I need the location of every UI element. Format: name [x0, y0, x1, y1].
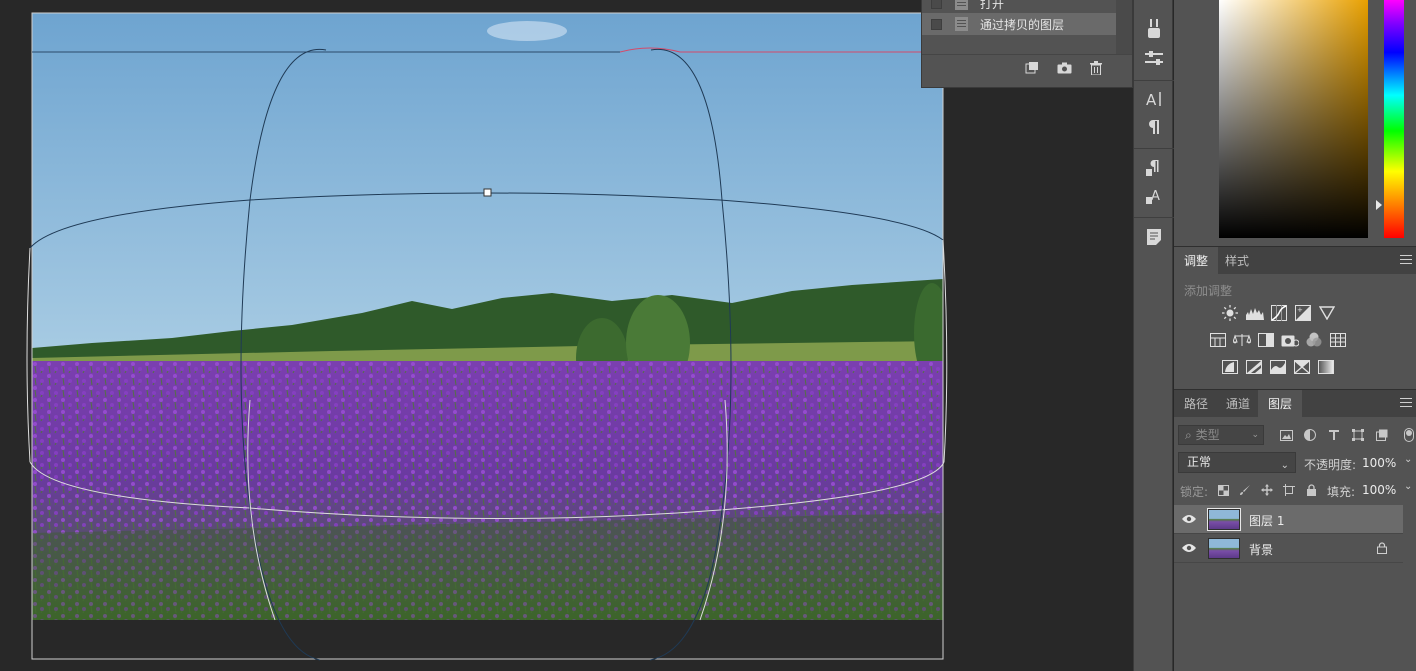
- selective-color-icon[interactable]: [1293, 359, 1311, 375]
- tab-styles[interactable]: 样式: [1215, 247, 1259, 275]
- brightness-icon[interactable]: [1221, 305, 1239, 321]
- photo-artwork: [32, 13, 943, 620]
- hue-slider-marker[interactable]: [1376, 200, 1382, 210]
- lock-image-pixels-icon[interactable]: [1238, 483, 1252, 497]
- warp-left-edge[interactable]: [26, 247, 31, 463]
- color-balance-icon[interactable]: [1233, 332, 1251, 348]
- filter-pixel-icon[interactable]: [1279, 428, 1293, 442]
- panel-menu-icon[interactable]: [1400, 398, 1412, 407]
- lock-label: 锁定:: [1180, 485, 1209, 499]
- lavender-field-photo: [32, 13, 943, 620]
- invert-icon[interactable]: [1221, 359, 1239, 375]
- layer-row[interactable]: 图层 1: [1174, 505, 1403, 534]
- filter-toggle-icon[interactable]: [1402, 428, 1416, 442]
- chevron-down-icon: ⌄: [1251, 430, 1259, 440]
- search-icon: ⌕: [1185, 428, 1192, 442]
- paragraph-styles-icon[interactable]: [1143, 157, 1165, 179]
- gradient-map-icon[interactable]: [1317, 359, 1335, 375]
- history-footer: [922, 54, 1132, 80]
- blend-mode-value: 正常: [1187, 455, 1212, 469]
- filter-smart-object-icon[interactable]: [1375, 428, 1389, 442]
- fill-input[interactable]: 100%: [1362, 483, 1396, 497]
- lock-artboard-icon[interactable]: [1282, 483, 1296, 497]
- lock-transparent-pixels-icon[interactable]: [1216, 483, 1230, 497]
- tab-channels[interactable]: 通道: [1216, 390, 1260, 418]
- trash-icon[interactable]: [1088, 60, 1104, 76]
- layers-tabbar: 路径 通道 图层: [1174, 389, 1416, 418]
- hue-slider[interactable]: [1384, 0, 1404, 238]
- character-styles-icon[interactable]: A: [1143, 185, 1165, 207]
- chevron-down-icon: ⌄: [1280, 460, 1289, 471]
- document-canvas[interactable]: [0, 0, 1132, 671]
- document-icon: [955, 17, 968, 31]
- opacity-label: 不透明度:: [1304, 458, 1357, 472]
- visibility-eye-icon[interactable]: [1182, 542, 1196, 554]
- layer-thumbnail: [1208, 538, 1240, 559]
- adjustments-title: 添加调整: [1184, 284, 1233, 298]
- layer-filter-label: 类型: [1195, 428, 1220, 442]
- history-item-label: 打开: [980, 0, 1005, 11]
- chevron-down-icon[interactable]: ⌄: [1404, 454, 1412, 465]
- levels-icon[interactable]: [1246, 305, 1264, 321]
- sliders-icon[interactable]: [1143, 47, 1165, 69]
- character-icon[interactable]: A: [1143, 88, 1165, 110]
- blend-mode-select[interactable]: 正常 ⌄: [1178, 452, 1296, 473]
- svg-text:A: A: [1146, 91, 1157, 108]
- lock-all-icon[interactable]: [1304, 483, 1318, 497]
- filter-type-icon[interactable]: [1327, 428, 1341, 442]
- snapshot-camera-icon[interactable]: [1056, 60, 1072, 76]
- tab-layers[interactable]: 图层: [1258, 390, 1303, 418]
- notes-icon[interactable]: [1143, 226, 1165, 248]
- panel-icon-strip: A A: [1133, 0, 1174, 671]
- posterize-icon[interactable]: [1245, 359, 1263, 375]
- layer-filter-kind-select[interactable]: ⌕ 类型 ⌄: [1178, 425, 1264, 445]
- hue-saturation-icon[interactable]: [1209, 332, 1227, 348]
- filter-adjustment-icon[interactable]: [1303, 428, 1317, 442]
- layer-name[interactable]: 图层 1: [1249, 512, 1284, 529]
- paragraph-icon[interactable]: [1143, 116, 1165, 138]
- opacity-input[interactable]: 100%: [1362, 456, 1396, 470]
- history-brush-source-checkbox[interactable]: [931, 18, 942, 30]
- layer-row[interactable]: 背景: [1174, 534, 1403, 563]
- warp-right-edge[interactable]: [942, 239, 948, 463]
- vibrance-triangle-icon[interactable]: [1318, 305, 1336, 321]
- layer-thumbnail: [1207, 508, 1241, 531]
- color-lookup-icon[interactable]: [1329, 332, 1347, 348]
- color-saturation-field[interactable]: [1219, 0, 1368, 238]
- brush-presets-icon[interactable]: [1143, 18, 1165, 40]
- history-brush-source-checkbox[interactable]: [931, 0, 942, 9]
- channel-mixer-icon[interactable]: [1305, 332, 1323, 348]
- fill-label: 填充:: [1327, 485, 1356, 499]
- right-panel-dock: 调整 样式 添加调整 + 路径 通道 图层 ⌕ 类型 ⌄ 正常 ⌄ 不透明度: …: [1174, 0, 1416, 671]
- visibility-eye-icon[interactable]: [1182, 513, 1196, 525]
- history-panel: 打开 通过拷贝的图层: [921, 0, 1133, 88]
- filter-shape-icon[interactable]: [1351, 428, 1365, 442]
- svg-text:+: +: [1297, 306, 1303, 314]
- history-item-layer-via-copy[interactable]: 通过拷贝的图层: [922, 13, 1118, 35]
- tab-adjustments[interactable]: 调整: [1174, 247, 1219, 275]
- document-icon: [955, 0, 968, 10]
- svg-text:A: A: [1151, 189, 1160, 204]
- black-white-icon[interactable]: [1257, 332, 1275, 348]
- threshold-icon[interactable]: [1269, 359, 1287, 375]
- history-item-open[interactable]: 打开: [922, 0, 1118, 14]
- photo-filter-icon[interactable]: [1281, 332, 1299, 348]
- tab-paths[interactable]: 路径: [1174, 390, 1218, 418]
- exposure-icon[interactable]: +: [1294, 305, 1312, 321]
- adjustments-tabbar: 调整 样式: [1174, 246, 1416, 275]
- history-item-label: 通过拷贝的图层: [980, 17, 1065, 32]
- panel-menu-icon[interactable]: [1400, 255, 1412, 264]
- lock-icon: [1376, 542, 1387, 554]
- curves-icon[interactable]: [1270, 305, 1288, 321]
- history-scrollbar[interactable]: [1116, 0, 1132, 54]
- new-document-from-state-icon[interactable]: [1024, 60, 1040, 76]
- layer-name[interactable]: 背景: [1249, 541, 1273, 558]
- lock-position-icon[interactable]: [1260, 483, 1274, 497]
- chevron-down-icon[interactable]: ⌄: [1404, 481, 1412, 492]
